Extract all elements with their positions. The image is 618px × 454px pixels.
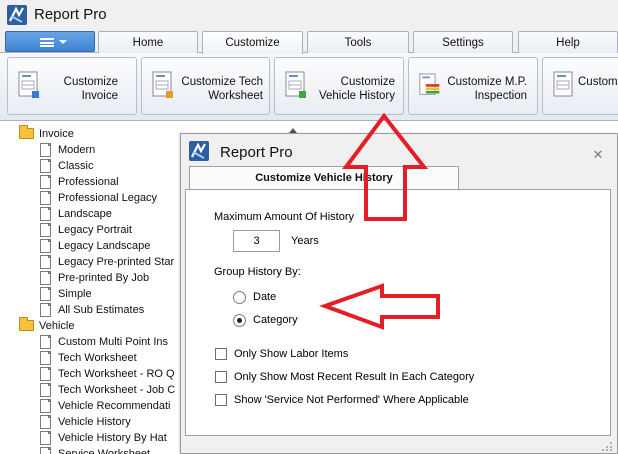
ribbon-panel: Customize Invoice Customize Tech Workshe… bbox=[0, 53, 618, 121]
ribbon-label-line1: Customize M.P. bbox=[447, 76, 527, 88]
ribbon-label-line1: Customize Tech bbox=[181, 76, 263, 88]
checkbox[interactable] bbox=[215, 348, 227, 360]
page-icon bbox=[40, 367, 51, 381]
ribbon-label-line1: Customize bbox=[63, 76, 118, 88]
tab-customize[interactable]: Customize bbox=[202, 31, 303, 54]
tab-customize-vehicle-history[interactable]: Customize Vehicle History bbox=[189, 166, 459, 189]
customize-invoice-button[interactable]: Customize Invoice bbox=[7, 57, 137, 115]
years-label: Years bbox=[291, 235, 319, 247]
group-by-label: Group History By: bbox=[214, 266, 301, 278]
tab-tools[interactable]: Tools bbox=[307, 31, 409, 53]
customize-more-button[interactable]: Custom bbox=[542, 57, 618, 115]
customize-vehicle-history-button[interactable]: Customize Vehicle History bbox=[274, 57, 404, 115]
page-icon bbox=[40, 383, 51, 397]
ribbon-label-line2: Worksheet bbox=[208, 90, 263, 102]
page-icon bbox=[40, 447, 51, 454]
page-icon bbox=[40, 431, 51, 445]
page-icon bbox=[40, 207, 51, 221]
max-history-input[interactable] bbox=[233, 230, 280, 252]
ribbon-label-line2: Inspection bbox=[474, 90, 527, 102]
page-icon bbox=[40, 415, 51, 429]
ribbon-tabstrip: Home Customize Tools Settings Help bbox=[0, 30, 618, 54]
tab-settings[interactable]: Settings bbox=[413, 31, 513, 53]
page-icon bbox=[40, 287, 51, 301]
dialog-panel: Maximum Amount Of History Years Group Hi… bbox=[185, 189, 611, 436]
dialog-title: Report Pro bbox=[220, 144, 293, 161]
folder-icon bbox=[19, 317, 34, 331]
report-doc-icon bbox=[18, 71, 39, 98]
ribbon-label-line2: Invoice bbox=[81, 90, 118, 102]
checkbox[interactable] bbox=[215, 394, 227, 406]
page-icon bbox=[40, 175, 51, 189]
checkbox[interactable] bbox=[215, 371, 227, 383]
app-title: Report Pro bbox=[34, 6, 107, 23]
page-icon bbox=[40, 399, 51, 413]
page-icon bbox=[40, 303, 51, 317]
page-icon bbox=[40, 351, 51, 365]
report-doc-icon bbox=[285, 71, 306, 98]
tab-help[interactable]: Help bbox=[518, 31, 618, 53]
folder-icon bbox=[19, 125, 34, 139]
app-logo-icon bbox=[7, 5, 27, 25]
tab-home[interactable]: Home bbox=[98, 31, 198, 53]
report-doc-icon bbox=[553, 71, 573, 97]
caret-down-icon bbox=[59, 40, 67, 44]
report-doc-icon bbox=[152, 71, 173, 98]
application-menu-button[interactable] bbox=[5, 31, 95, 52]
page-icon bbox=[40, 239, 51, 253]
app-logo-icon bbox=[189, 141, 209, 161]
window-titlebar: Report Pro bbox=[0, 0, 618, 30]
customize-tech-worksheet-button[interactable]: Customize Tech Worksheet bbox=[141, 57, 270, 115]
max-history-label: Maximum Amount Of History bbox=[214, 211, 354, 223]
radio-button[interactable] bbox=[233, 291, 246, 304]
ribbon-label-line1: Custom bbox=[578, 76, 618, 88]
ribbon-label-line2: Vehicle History bbox=[318, 90, 395, 102]
page-icon bbox=[40, 335, 51, 349]
page-icon bbox=[40, 223, 51, 237]
page-icon bbox=[40, 191, 51, 205]
close-icon[interactable]: ✕ bbox=[592, 148, 604, 161]
page-icon bbox=[40, 143, 51, 157]
radio-button-checked[interactable] bbox=[233, 314, 246, 327]
customize-mp-inspection-button[interactable]: Customize M.P. Inspection bbox=[408, 57, 538, 115]
customize-vehicle-history-dialog: Report Pro ✕ Customize Vehicle History M… bbox=[180, 133, 618, 454]
resize-grip-icon[interactable] bbox=[601, 441, 613, 451]
page-icon bbox=[40, 255, 51, 269]
page-icon bbox=[40, 159, 51, 173]
menu-icon bbox=[40, 38, 54, 47]
page-icon bbox=[40, 271, 51, 285]
ribbon-label-line1: Customize bbox=[340, 76, 395, 88]
inspection-doc-icon bbox=[419, 73, 440, 95]
